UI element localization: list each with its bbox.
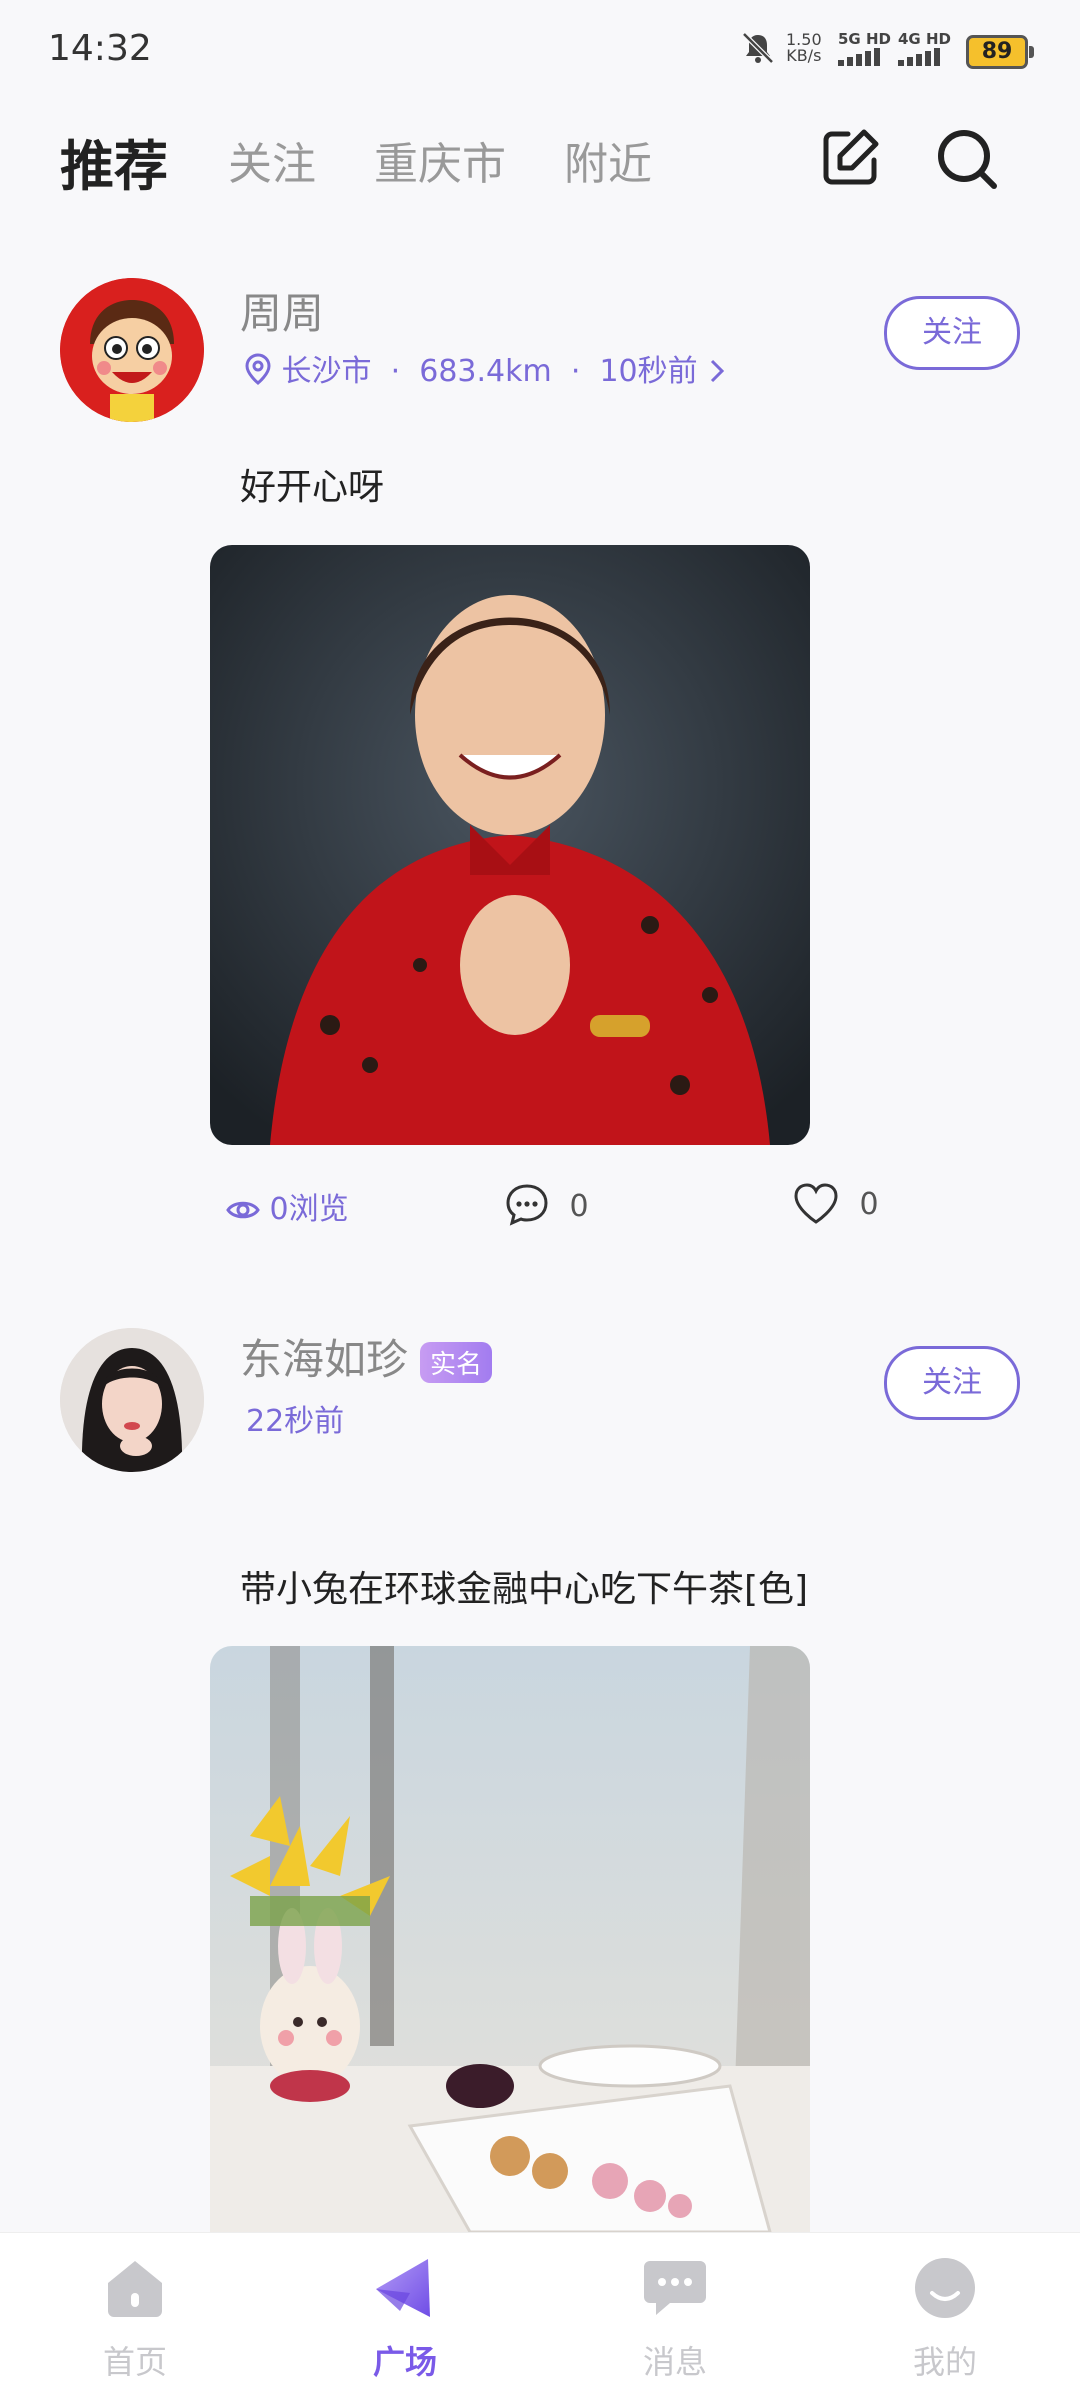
signal-5g-icon — [838, 48, 880, 66]
post-2-photo[interactable] — [210, 1646, 810, 2232]
signal-4g-label: 4G HD — [898, 30, 951, 48]
edit-post-icon[interactable] — [818, 126, 882, 190]
post-1-username[interactable]: 周周 — [240, 280, 324, 341]
signal-4g-icon — [898, 48, 940, 66]
woman-in-red-dress-photo — [210, 545, 810, 1145]
nav-profile[interactable]: 我的 — [865, 2253, 1025, 2383]
post-1-text: 好开心呀 — [240, 467, 385, 508]
profile-icon — [915, 2258, 975, 2318]
signal-5g-label: 5G HD — [838, 30, 891, 48]
post-1-views-count: 0浏览 — [269, 1192, 349, 1227]
network-speed: 1.50 KB/s — [786, 32, 822, 64]
post-2-username-row: 东海如珍 实名 — [240, 1326, 493, 1387]
bottom-nav: 首页 广场 消息 我的 — [0, 2232, 1080, 2401]
status-time: 14:32 — [48, 28, 152, 69]
tab-nearby[interactable]: 附近 — [564, 128, 652, 192]
post-2-time: 22秒前 — [246, 1404, 345, 1439]
nav-plaza[interactable]: 广场 — [325, 2253, 485, 2383]
net-speed-unit: KB/s — [786, 46, 822, 65]
nav-profile-label: 我的 — [912, 2343, 977, 2381]
comment-icon — [506, 1184, 548, 1226]
battery-indicator: 89 — [966, 35, 1034, 69]
location-pin-icon — [245, 353, 271, 385]
nav-home-label: 首页 — [102, 2343, 167, 2381]
nav-messages[interactable]: 消息 — [595, 2253, 755, 2383]
post-2-follow-button[interactable]: 关注 — [884, 1346, 1020, 1420]
signal-5g: 5G HD — [838, 30, 892, 70]
tab-recommend[interactable]: 推荐 — [60, 122, 168, 201]
home-icon — [108, 2261, 162, 2317]
heart-icon — [794, 1183, 838, 1224]
post-1-like-button[interactable]: 0 — [792, 1182, 879, 1226]
cartoon-avatar-image — [60, 278, 204, 422]
nav-messages-label: 消息 — [642, 2343, 707, 2381]
meta-separator-dot: · — [381, 354, 410, 389]
search-icon[interactable] — [934, 126, 1000, 192]
verified-badge: 实名 — [420, 1342, 493, 1383]
message-icon — [644, 2261, 706, 2315]
post-1-time: 10秒前 — [599, 354, 698, 389]
post-2-username[interactable]: 东海如珍 — [240, 1335, 408, 1384]
post-1-views: 0浏览 — [226, 1184, 349, 1228]
post-1-follow-button[interactable]: 关注 — [884, 296, 1020, 370]
nav-home[interactable]: 首页 — [55, 2253, 215, 2383]
post-2-text: 带小兔在环球金融中心吃下午茶[色] — [240, 1569, 809, 1610]
nav-plaza-label: 广场 — [372, 2343, 437, 2381]
mute-bell-icon — [742, 32, 774, 64]
post-1-distance: 683.4km — [419, 354, 552, 389]
plaza-icon — [376, 2259, 430, 2317]
afternoon-tea-photo — [210, 1646, 810, 2232]
post-1-comment-button[interactable]: 0 — [504, 1182, 589, 1228]
chevron-right-icon[interactable] — [707, 357, 727, 385]
post-1-location: 长沙市 — [281, 354, 372, 389]
post-1-comments-count: 0 — [569, 1189, 589, 1224]
girl-portrait-avatar-image — [60, 1328, 204, 1472]
signal-4g: 4G HD — [898, 30, 952, 70]
tab-following[interactable]: 关注 — [228, 128, 316, 192]
post-2-avatar[interactable] — [60, 1328, 204, 1472]
post-1-meta: 长沙市 · 683.4km · 10秒前 — [244, 346, 727, 390]
tab-city[interactable]: 重庆市 — [374, 128, 506, 192]
post-1-avatar[interactable] — [60, 278, 204, 422]
eye-icon — [226, 1201, 260, 1219]
meta-separator-dot: · — [561, 354, 590, 389]
post-1-photo[interactable] — [210, 545, 810, 1145]
post-1-likes-count: 0 — [859, 1187, 879, 1222]
